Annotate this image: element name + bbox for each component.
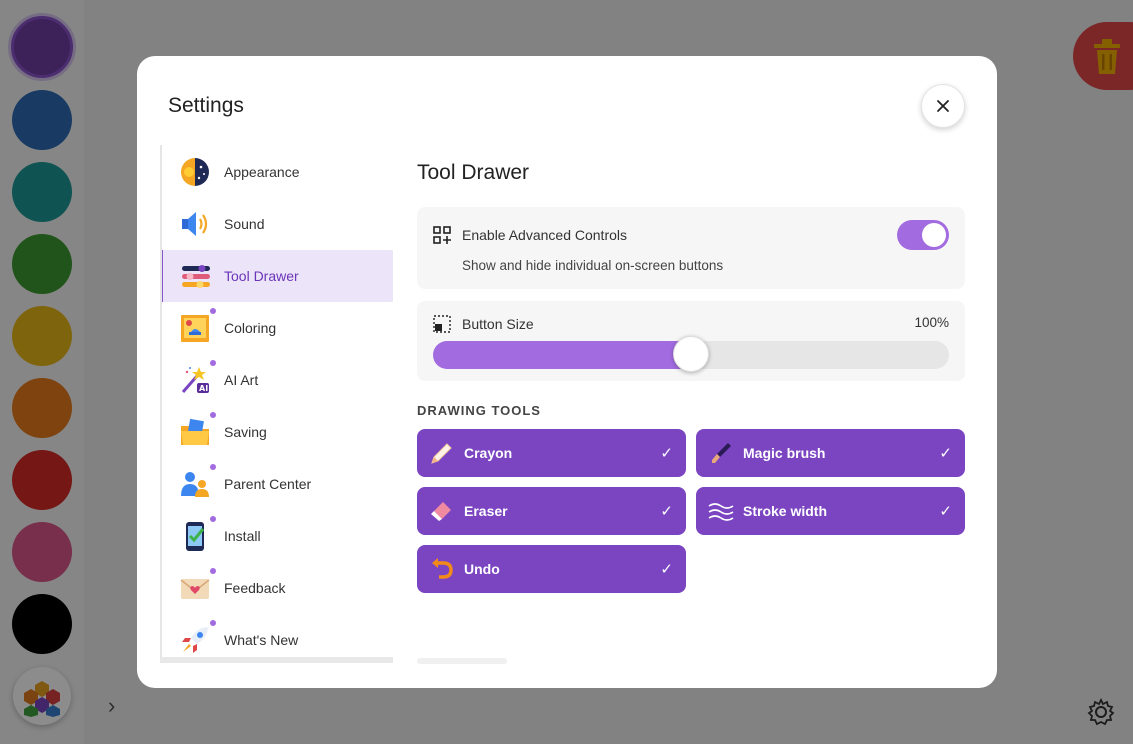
close-icon	[937, 100, 949, 112]
nav-label: Appearance	[224, 164, 300, 180]
new-badge-dot	[210, 464, 216, 470]
tool-toggle-magic-brush[interactable]: Magic brush ✓	[696, 429, 965, 477]
new-badge-dot	[210, 620, 216, 626]
check-icon: ✓	[660, 561, 673, 578]
folder-icon	[181, 418, 209, 445]
drawing-tools-label: DRAWING TOOLS	[417, 403, 541, 418]
new-badge-dot	[210, 360, 216, 366]
new-badge-dot	[210, 516, 216, 522]
sliders-icon	[182, 265, 210, 288]
nav-label: Parent Center	[224, 476, 312, 492]
button-size-value: 100%	[914, 315, 949, 330]
check-icon: ✓	[660, 503, 673, 520]
settings-modal: Settings Appearance Sound Tool Drawer Co…	[137, 56, 997, 688]
check-icon: ✓	[660, 445, 673, 462]
slider-thumb[interactable]	[673, 336, 709, 372]
advanced-controls-card: Enable Advanced Controls Show and hide i…	[417, 207, 965, 289]
crayon-icon	[431, 443, 452, 464]
magic-wand-ai-icon: AI	[181, 367, 209, 393]
toggle-knob	[922, 223, 946, 247]
nav-item-tool-drawer[interactable]: Tool Drawer	[162, 250, 393, 302]
magic-brush-icon	[712, 443, 731, 463]
slider-fill	[433, 341, 691, 369]
nav-label: Tool Drawer	[224, 268, 299, 284]
nav-label: Sound	[224, 216, 265, 232]
advanced-controls-subtitle: Show and hide individual on-screen butto…	[462, 258, 724, 273]
nav-label: Coloring	[224, 320, 277, 336]
nav-item-whats-new[interactable]: What's New	[162, 614, 393, 663]
nav-label: AI Art	[224, 372, 259, 388]
tool-toggle-crayon[interactable]: Crayon ✓	[417, 429, 686, 477]
new-badge-dot	[210, 412, 216, 418]
check-icon: ✓	[939, 445, 952, 462]
tool-label: Crayon	[464, 445, 513, 461]
coloring-page-icon	[181, 315, 209, 342]
nav-label: What's New	[224, 632, 299, 648]
undo-icon	[432, 558, 453, 579]
nav-item-coloring[interactable]: Coloring	[162, 302, 393, 354]
tool-label: Magic brush	[743, 445, 826, 461]
tool-label: Stroke width	[743, 503, 828, 519]
nav-item-install[interactable]: Install	[162, 510, 393, 562]
grid-add-icon	[433, 226, 451, 244]
nav-label: Install	[224, 528, 261, 544]
button-size-card: Button Size 100%	[417, 301, 965, 381]
day-night-icon	[181, 158, 209, 186]
nav-item-saving[interactable]: Saving	[162, 406, 393, 458]
settings-nav: Appearance Sound Tool Drawer Coloring AI…	[160, 145, 393, 663]
tool-toggle-eraser[interactable]: Eraser ✓	[417, 487, 686, 535]
eraser-icon	[431, 502, 451, 521]
section-title: Tool Drawer	[417, 161, 530, 184]
nav-item-ai-art[interactable]: AI AI Art	[162, 354, 393, 406]
tool-label: Undo	[464, 561, 500, 577]
button-size-title: Button Size	[462, 316, 534, 332]
parent-child-icon	[181, 472, 209, 497]
advanced-controls-toggle[interactable]	[897, 220, 949, 250]
new-badge-dot	[210, 568, 216, 574]
tool-toggle-stroke-width[interactable]: Stroke width ✓	[696, 487, 965, 535]
stroke-width-icon	[708, 503, 734, 521]
nav-item-feedback[interactable]: Feedback	[162, 562, 393, 614]
resize-icon	[433, 315, 451, 333]
modal-title: Settings	[168, 94, 244, 117]
new-badge-dot	[210, 308, 216, 314]
advanced-controls-title: Enable Advanced Controls	[462, 227, 627, 243]
nav-label: Feedback	[224, 580, 286, 596]
tool-label: Eraser	[464, 503, 508, 519]
next-section-peek	[417, 658, 507, 664]
tool-toggle-undo[interactable]: Undo ✓	[417, 545, 686, 593]
nav-item-sound[interactable]: Sound	[162, 198, 393, 250]
close-button[interactable]	[921, 84, 965, 128]
nav-item-parent-center[interactable]: Parent Center	[162, 458, 393, 510]
envelope-heart-icon	[180, 579, 210, 599]
speaker-icon	[182, 212, 208, 236]
nav-item-appearance[interactable]: Appearance	[162, 146, 393, 198]
nav-scroll-edge	[160, 657, 393, 663]
svg-text:AI: AI	[199, 384, 208, 393]
nav-label: Saving	[224, 424, 267, 440]
check-icon: ✓	[939, 503, 952, 520]
rocket-icon	[182, 627, 208, 653]
phone-check-icon	[186, 522, 205, 551]
